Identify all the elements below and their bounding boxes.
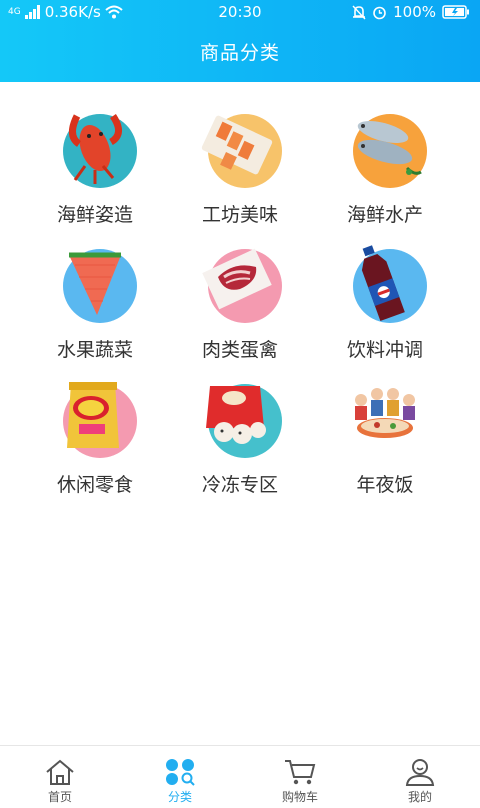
category-label: 水果蔬菜 [56,339,133,361]
alarm-clock-icon [373,6,386,19]
category-meat-eggs-poultry[interactable]: 肉类蛋禽 [180,235,300,365]
battery-charging-icon [442,5,469,19]
battery-percent: 100% [393,3,436,21]
category-label: 休闲零食 [56,474,133,496]
category-new-year-dinner[interactable]: 年夜饭 [325,370,445,500]
category-workshop-delicacies[interactable]: 工坊美味 [180,100,300,230]
status-bar: 4G 0.36K/s 20:30 100% [0,0,480,24]
category-seafood-aquatic[interactable]: 海鲜水产 [325,100,445,230]
soda-bottle-icon [345,241,427,323]
category-fruits-vegetables[interactable]: 水果蔬菜 [35,235,155,365]
chips-icon [55,376,137,458]
page-title: 商品分类 [199,42,280,64]
fish-icon [345,106,427,188]
category-label: 饮料冲调 [346,339,423,361]
cart-icon [285,760,316,785]
bottom-tab-bar: 首页 分类 购物车 我的 [0,745,480,807]
tab-home[interactable]: 首页 [0,746,120,808]
category-label: 年夜饭 [356,474,414,496]
tab-profile[interactable]: 我的 [360,746,480,808]
dumplings-icon [200,376,282,458]
category-frozen[interactable]: 冷冻专区 [180,370,300,500]
app-header: 4G 0.36K/s 20:30 100% 商品分类 [0,0,480,82]
category-snacks[interactable]: 休闲零食 [35,370,155,500]
category-label: 海鲜姿造 [56,204,133,226]
tab-cart[interactable]: 购物车 [240,746,360,808]
lobster-icon [55,106,137,188]
tab-home-label: 首页 [47,790,72,804]
category-label: 海鲜水产 [346,204,423,226]
category-label: 工坊美味 [201,204,278,226]
category-label: 冷冻专区 [201,474,278,496]
tab-profile-label: 我的 [407,790,432,804]
user-icon [405,759,435,786]
tab-category-label: 分类 [167,790,192,804]
home-icon [46,759,74,785]
watermelon-icon [55,241,137,323]
category-icon [166,759,195,786]
tab-category[interactable]: 分类 [120,746,240,808]
meat-icon [200,241,282,323]
family-dinner-icon [345,376,425,456]
bell-muted-icon [352,5,366,19]
tab-cart-label: 购物车 [281,790,318,804]
category-seafood-creations[interactable]: 海鲜姿造 [35,100,155,230]
salmon-icon [200,106,282,188]
category-label: 肉类蛋禽 [201,339,278,361]
category-drinks[interactable]: 饮料冲调 [325,235,445,365]
